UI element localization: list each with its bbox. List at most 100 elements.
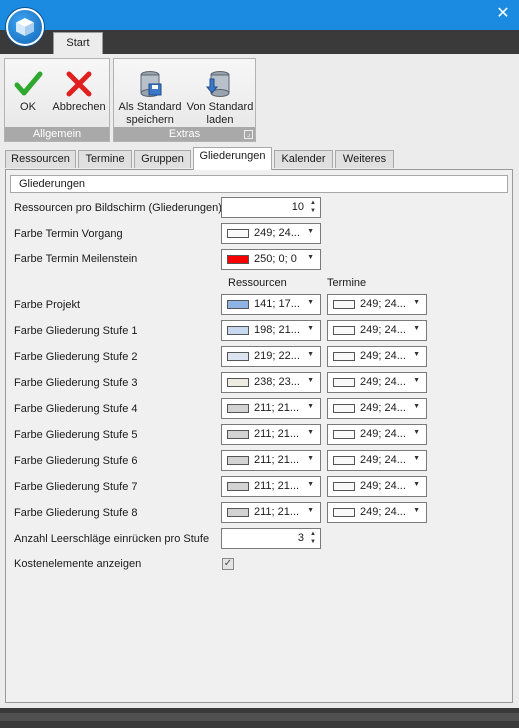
application-menu-button[interactable] <box>6 8 44 46</box>
color-swatch <box>227 508 249 517</box>
ribbon-tab-start[interactable]: Start <box>53 32 103 54</box>
color-row-label: Farbe Gliederung Stufe 8 <box>14 507 138 519</box>
dropdown-arrow-icon: ▼ <box>307 455 314 462</box>
ressourcen-color-combo[interactable]: 211; 21... ▼ <box>221 450 321 471</box>
anzahl-leerschlaege-label: Anzahl Leerschläge einrücken pro Stufe <box>14 533 210 545</box>
ressourcen-color-combo[interactable]: 141; 17... ▼ <box>221 294 321 315</box>
dropdown-arrow-icon: ▼ <box>307 254 314 261</box>
color-value: 250; 0; 0 <box>254 253 297 265</box>
color-swatch <box>227 229 249 238</box>
als-standard-label-1: Als Standard <box>118 101 182 113</box>
abbrechen-button[interactable]: Abbrechen <box>49 63 109 114</box>
ressourcen-color-combo[interactable]: 211; 21... ▼ <box>221 476 321 497</box>
kostenelemente-anzeigen-checkbox[interactable]: ✓ <box>222 558 234 570</box>
termine-color-combo[interactable]: 249; 24... ▼ <box>327 320 427 341</box>
color-row-label: Farbe Gliederung Stufe 3 <box>14 377 138 389</box>
termine-color-combo[interactable]: 249; 24... ▼ <box>327 476 427 497</box>
color-swatch <box>333 430 355 439</box>
gliederungen-panel: Gliederungen Ressourcen pro Bildschirm (… <box>5 169 513 703</box>
color-swatch <box>227 430 249 439</box>
ressourcen-color-combo[interactable]: 211; 21... ▼ <box>221 424 321 445</box>
title-bar: ✕ <box>0 0 519 30</box>
color-value: 141; 17... <box>254 298 300 310</box>
color-value: 211; 21... <box>254 480 300 492</box>
cancel-x-icon <box>66 71 92 97</box>
color-value: 211; 21... <box>254 402 300 414</box>
von-standard-laden-button[interactable]: Von Standard laden <box>186 63 254 127</box>
termine-color-combo[interactable]: 249; 24... ▼ <box>327 398 427 419</box>
ressourcen-pro-bildschirm-label: Ressourcen pro Bildschirm (Gliederungen) <box>14 202 222 214</box>
ok-label: OK <box>20 101 36 113</box>
ressourcen-color-combo[interactable]: 211; 21... ▼ <box>221 398 321 419</box>
color-value: 249; 24... <box>360 350 406 362</box>
dropdown-arrow-icon: ▼ <box>413 507 420 514</box>
ressourcen-color-combo[interactable]: 238; 23... ▼ <box>221 372 321 393</box>
column-header-termine: Termine <box>327 277 367 289</box>
color-value: 249; 24... <box>360 298 406 310</box>
color-value: 219; 22... <box>254 350 300 362</box>
color-value: 198; 21... <box>254 324 300 336</box>
dropdown-arrow-icon: ▼ <box>307 377 314 384</box>
color-row-label: Farbe Gliederung Stufe 6 <box>14 455 138 467</box>
dropdown-arrow-icon: ▼ <box>307 481 314 488</box>
ressourcen-color-combo[interactable]: 211; 21... ▼ <box>221 502 321 523</box>
termine-color-combo[interactable]: 249; 24... ▼ <box>327 424 427 445</box>
termine-color-combo[interactable]: 249; 24... ▼ <box>327 372 427 393</box>
spinner-arrows-icon[interactable]: ▲ ▼ <box>308 199 318 215</box>
tab-termine[interactable]: Termine <box>78 150 132 169</box>
tab-gliederungen[interactable]: Gliederungen <box>193 147 272 170</box>
kostenelemente-anzeigen-label: Kostenelemente anzeigen <box>14 558 142 570</box>
ok-button[interactable]: OK <box>9 63 47 114</box>
anzahl-leerschlaege-spinner[interactable]: 3 ▲ ▼ <box>221 528 321 549</box>
dropdown-arrow-icon: ▼ <box>413 481 420 488</box>
termine-color-combo[interactable]: 249; 24... ▼ <box>327 450 427 471</box>
farbe-termin-meilenstein-label: Farbe Termin Meilenstein <box>14 253 138 265</box>
close-icon[interactable]: ✕ <box>495 6 511 22</box>
color-swatch <box>333 456 355 465</box>
color-swatch <box>227 326 249 335</box>
color-value: 211; 21... <box>254 506 300 518</box>
color-row-label: Farbe Gliederung Stufe 2 <box>14 351 138 363</box>
farbe-termin-vorgang-combo[interactable]: 249; 24... ▼ <box>221 223 321 244</box>
als-standard-speichern-button[interactable]: Als Standard speichern <box>116 63 184 127</box>
color-value: 249; 24... <box>254 227 300 239</box>
tab-weiteres[interactable]: Weiteres <box>335 150 394 169</box>
als-standard-label-2: speichern <box>126 114 174 126</box>
dropdown-arrow-icon: ▼ <box>307 429 314 436</box>
ressourcen-color-combo[interactable]: 219; 22... ▼ <box>221 346 321 367</box>
dropdown-arrow-icon: ▼ <box>413 325 420 332</box>
color-row-label: Farbe Projekt <box>14 299 81 311</box>
column-header-ressourcen: Ressourcen <box>228 277 287 289</box>
ressourcen-pro-bildschirm-value: 10 <box>291 201 304 213</box>
status-bar <box>0 708 519 728</box>
termine-color-combo[interactable]: 249; 24... ▼ <box>327 502 427 523</box>
dropdown-arrow-icon: ▼ <box>307 228 314 235</box>
status-strip <box>0 713 519 721</box>
dropdown-arrow-icon: ▼ <box>413 429 420 436</box>
dropdown-arrow-icon: ▼ <box>307 507 314 514</box>
color-swatch <box>333 326 355 335</box>
ressourcen-color-combo[interactable]: 198; 21... ▼ <box>221 320 321 341</box>
tab-ressourcen[interactable]: Ressourcen <box>5 150 76 169</box>
color-swatch <box>227 378 249 387</box>
group-caption-extras: Extras ⌟ <box>114 127 255 141</box>
farbe-termin-meilenstein-combo[interactable]: 250; 0; 0 ▼ <box>221 249 321 270</box>
tab-gruppen[interactable]: Gruppen <box>134 150 191 169</box>
dropdown-arrow-icon: ▼ <box>413 377 420 384</box>
color-swatch <box>227 255 249 264</box>
termine-color-combo[interactable]: 249; 24... ▼ <box>327 294 427 315</box>
dropdown-arrow-icon: ▼ <box>307 299 314 306</box>
dropdown-arrow-icon: ▼ <box>307 325 314 332</box>
color-value: 249; 24... <box>360 402 406 414</box>
color-swatch <box>333 508 355 517</box>
ressourcen-pro-bildschirm-spinner[interactable]: 10 ▲ ▼ <box>221 197 321 218</box>
color-value: 249; 24... <box>360 324 406 336</box>
spinner-arrows-icon[interactable]: ▲ ▼ <box>308 530 318 546</box>
dialog-launcher-icon[interactable]: ⌟ <box>244 130 253 139</box>
cube-icon <box>16 18 34 36</box>
ribbon: OK Abbrechen Allgemein Als Standard spei… <box>0 54 519 144</box>
termine-color-combo[interactable]: 249; 24... ▼ <box>327 346 427 367</box>
color-swatch <box>333 378 355 387</box>
tab-kalender[interactable]: Kalender <box>274 150 333 169</box>
color-row-label: Farbe Gliederung Stufe 1 <box>14 325 138 337</box>
